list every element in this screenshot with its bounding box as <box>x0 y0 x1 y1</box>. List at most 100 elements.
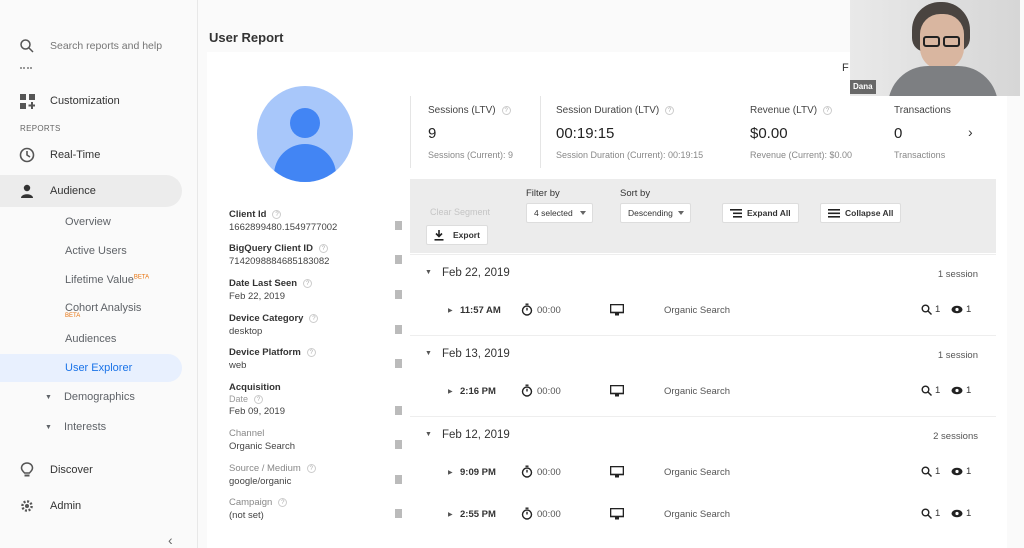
session-time: 11:57 AM <box>460 305 501 316</box>
help-icon[interactable]: ? <box>823 106 833 115</box>
search-bar[interactable] <box>0 28 198 64</box>
session-count: 2 sessions <box>933 431 978 442</box>
copy-icon[interactable] <box>395 255 402 264</box>
toolbar: Clear Segment Export Filter by 4 selecte… <box>410 179 996 253</box>
help-icon[interactable]: ? <box>278 498 288 507</box>
collapse-sidebar-icon[interactable]: ‹ <box>168 532 173 548</box>
sidebar-item-audience[interactable]: Audience <box>0 175 182 207</box>
goal-count: 1 <box>921 466 940 477</box>
day-row[interactable]: ▼ Feb 22, 2019 1 session <box>410 254 996 294</box>
help-icon[interactable]: ? <box>665 106 675 115</box>
sidebar-subitem-audiences[interactable]: Audiences <box>65 333 116 345</box>
presenter-name: Dana <box>850 80 876 94</box>
copy-icon[interactable] <box>395 221 402 230</box>
session-row[interactable]: ▶ 2:55 PM 00:00 Organic Search 1 1 <box>410 497 996 537</box>
partial-header-text: F <box>842 62 849 74</box>
sort-select[interactable]: Descending <box>620 203 691 223</box>
sidebar-item-discover[interactable]: Discover <box>0 454 93 486</box>
goal-count-value: 1 <box>935 385 941 396</box>
metrics-row: Sessions (LTV)? 9 Sessions (Current): 9 … <box>410 96 996 172</box>
campaign-field: Campaign? (not set) <box>229 497 404 521</box>
collapse-all-button[interactable]: Collapse All <box>820 203 902 223</box>
metric-value: 0 <box>894 125 903 142</box>
copy-icon[interactable] <box>395 359 402 368</box>
help-icon[interactable]: ? <box>272 210 282 219</box>
field-value: google/organic <box>229 476 292 487</box>
sidebar-item-realtime[interactable]: Real-Time <box>0 139 100 171</box>
copy-icon[interactable] <box>395 475 402 484</box>
stopwatch-icon <box>521 303 533 316</box>
goal-count-value: 1 <box>935 466 941 477</box>
day-row[interactable]: ▼ Feb 12, 2019 2 sessions <box>410 416 996 456</box>
sidebar-subitem-user-explorer[interactable]: User Explorer <box>65 362 132 374</box>
field-value: desktop <box>229 326 263 337</box>
session-row[interactable]: ▶ 11:57 AM 00:00 Organic Search 1 1 <box>410 293 996 333</box>
help-icon[interactable]: ? <box>306 464 316 473</box>
copy-icon[interactable] <box>395 290 402 299</box>
field-sublabel: Date <box>229 394 249 404</box>
view-count: 1 <box>951 466 971 477</box>
view-count-value: 1 <box>966 508 972 519</box>
metric-sub: Transactions <box>894 150 946 160</box>
help-icon[interactable]: ? <box>309 314 319 323</box>
desktop-icon <box>610 304 624 316</box>
session-row[interactable]: ▶ 2:16 PM 00:00 Organic Search 1 1 <box>410 374 996 414</box>
stopwatch-icon <box>521 507 533 520</box>
caret-down-icon: ▼ <box>45 423 52 431</box>
beta-badge: BETA <box>65 313 81 319</box>
search-goal-icon <box>921 385 932 396</box>
clear-segment-button: Clear Segment <box>430 207 491 217</box>
sidebar-subitem-demographics[interactable]: ▼ Demographics <box>45 391 135 403</box>
help-icon[interactable]: ? <box>306 348 316 357</box>
metric-divider <box>410 96 411 168</box>
field-label: Device Platform <box>229 347 301 358</box>
help-icon[interactable]: ? <box>318 244 328 253</box>
field-value: web <box>229 360 247 371</box>
view-count: 1 <box>951 508 971 519</box>
help-icon[interactable]: ? <box>501 106 511 115</box>
copy-icon[interactable] <box>395 440 402 449</box>
chevron-right-icon[interactable]: › <box>968 124 973 140</box>
sidebar-item-label: Lifetime Value <box>65 274 134 286</box>
metric-value: 9 <box>428 125 437 142</box>
sidebar-subitem-lifetime-value[interactable]: Lifetime ValueBETA <box>65 274 149 286</box>
export-button[interactable]: Export <box>426 225 488 245</box>
sidebar-subitem-overview[interactable]: Overview <box>65 216 111 228</box>
day-row[interactable]: ▼ Feb 13, 2019 1 session <box>410 335 996 375</box>
search-goal-icon <box>921 508 932 519</box>
help-icon[interactable]: ? <box>254 394 264 404</box>
field-label: Acquisition <box>229 382 281 393</box>
caret-down-icon: ▼ <box>425 431 432 438</box>
sidebar-item-customization[interactable]: Customization <box>0 85 120 117</box>
metric-title: Session Duration (LTV) <box>556 105 660 116</box>
collapse-list-icon <box>828 208 840 218</box>
copy-icon[interactable] <box>395 509 402 518</box>
caret-down-icon: ▼ <box>425 350 432 357</box>
field-value: Feb 22, 2019 <box>229 291 285 302</box>
copy-icon[interactable] <box>395 325 402 334</box>
caret-right-icon: ▶ <box>448 389 453 395</box>
copy-icon[interactable] <box>395 406 402 415</box>
metric-sub: Sessions (Current): 9 <box>428 150 514 160</box>
field-label: Source / Medium <box>229 463 301 474</box>
sidebar-subitem-interests[interactable]: ▼ Interests <box>45 421 106 433</box>
webcam-overlay: Dana <box>850 0 1020 96</box>
filter-select[interactable]: 4 selected <box>526 203 593 223</box>
help-icon[interactable]: ? <box>303 279 313 288</box>
sidebar-subitem-active-users[interactable]: Active Users <box>65 245 127 257</box>
channel-field: Channel Organic Search <box>229 428 404 452</box>
metric-sessions: Sessions (LTV)? 9 Sessions (Current): 9 <box>428 96 513 172</box>
session-duration: 00:00 <box>537 305 561 316</box>
dashboard-icon <box>18 92 36 110</box>
expand-all-button[interactable]: Expand All <box>722 203 799 223</box>
sidebar-item-label: Real-Time <box>50 149 101 161</box>
goal-count-value: 1 <box>935 304 941 315</box>
bigquery-id-field: BigQuery Client ID? 7142098884685183082 <box>229 243 404 267</box>
sidebar-item-admin[interactable]: Admin <box>0 490 81 522</box>
session-time: 2:16 PM <box>460 386 496 397</box>
field-label: Device Category <box>229 313 304 324</box>
sidebar: Customization REPORTS Real-Time Audience… <box>0 0 198 548</box>
search-input[interactable] <box>50 40 180 52</box>
day-date: Feb 13, 2019 <box>442 348 510 360</box>
session-row[interactable]: ▶ 9:09 PM 00:00 Organic Search 1 1 <box>410 455 996 495</box>
